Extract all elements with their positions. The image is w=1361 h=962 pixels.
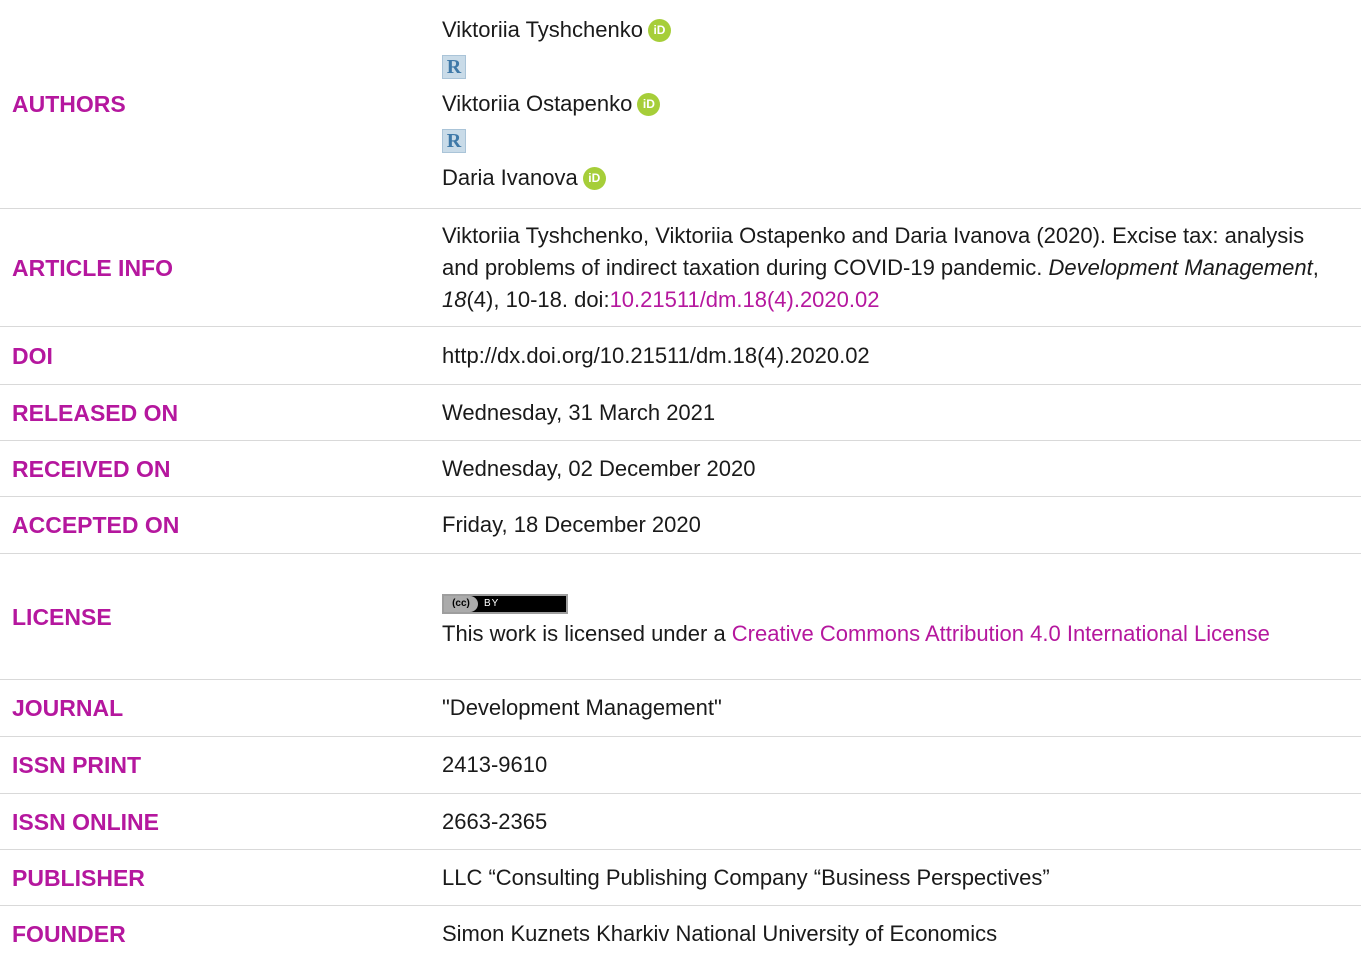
researchgate-item: R <box>442 123 1341 160</box>
label-released-on: RELEASED ON <box>12 399 179 426</box>
label-issn-online: ISSN ONLINE <box>12 808 159 835</box>
author-name[interactable]: Daria Ivanova <box>442 162 578 194</box>
researchgate-icon[interactable]: R <box>442 55 466 79</box>
license-prefix: This work is licensed under a <box>442 621 732 646</box>
article-citation: Viktoriia Tyshchenko, Viktoriia Ostapenk… <box>442 220 1361 316</box>
label-article-info: ARTICLE INFO <box>12 254 173 281</box>
row-released-on: RELEASED ON Wednesday, 31 March 2021 <box>0 385 1361 441</box>
row-article-info: ARTICLE INFO Viktoriia Tyshchenko, Vikto… <box>0 209 1361 327</box>
orcid-icon[interactable]: iD <box>647 18 671 42</box>
founder-value: Simon Kuznets Kharkiv National Universit… <box>442 921 998 946</box>
label-publisher: PUBLISHER <box>12 864 145 891</box>
author-item: Viktoriia Tyshchenko iD <box>442 12 1341 49</box>
citation-journal: Development Management <box>1048 254 1313 280</box>
authors-list: Viktoriia Tyshchenko iD R Viktoriia Osta… <box>442 12 1361 197</box>
label-founder: FOUNDER <box>12 921 126 947</box>
orcid-icon[interactable]: iD <box>582 166 606 190</box>
released-on-value: Wednesday, 31 March 2021 <box>442 399 716 425</box>
orcid-icon[interactable]: iD <box>637 92 661 116</box>
article-metadata-table: AUTHORS Viktoriia Tyshchenko iD R Viktor… <box>0 0 1361 962</box>
row-doi: DOI http://dx.doi.org/10.21511/dm.18(4).… <box>0 327 1361 385</box>
issn-print-value: 2413-9610 <box>442 752 548 777</box>
cc-icon: (cc) <box>444 596 478 612</box>
doi-value: http://dx.doi.org/10.21511/dm.18(4).2020… <box>442 342 870 368</box>
row-license: LICENSE (cc) BY This work is licensed un… <box>0 554 1361 680</box>
citation-sep: , <box>1312 254 1319 280</box>
received-on-value: Wednesday, 02 December 2020 <box>442 455 756 481</box>
author-item: Daria Ivanova iD <box>442 160 1341 197</box>
issn-online-value: 2663-2365 <box>442 808 548 834</box>
label-received-on: RECEIVED ON <box>12 455 171 482</box>
label-accepted-on: ACCEPTED ON <box>12 512 180 538</box>
researchgate-icon[interactable]: R <box>442 129 466 153</box>
row-publisher: PUBLISHER LLC “Consulting Publishing Com… <box>0 850 1361 906</box>
citation-volume: 18 <box>442 286 467 312</box>
license-text: This work is licensed under a Creative C… <box>442 618 1341 650</box>
row-issn-online: ISSN ONLINE 2663-2365 <box>0 794 1361 850</box>
author-item: Viktoriia Ostapenko iD <box>442 86 1341 123</box>
label-journal: JOURNAL <box>12 695 124 721</box>
researchgate-item: R <box>442 49 1341 86</box>
cc-by-label: BY <box>484 598 500 609</box>
cc-by-badge[interactable]: (cc) BY <box>442 594 568 614</box>
journal-value: "Development Management" <box>442 695 722 720</box>
row-issn-print: ISSN PRINT 2413-9610 <box>0 737 1361 794</box>
row-accepted-on: ACCEPTED ON Friday, 18 December 2020 <box>0 497 1361 554</box>
label-authors: AUTHORS <box>12 91 126 117</box>
label-doi: DOI <box>12 342 53 369</box>
publisher-value: LLC “Consulting Publishing Company “Busi… <box>442 864 1050 890</box>
row-journal: JOURNAL "Development Management" <box>0 680 1361 737</box>
author-name[interactable]: Viktoriia Tyshchenko <box>442 14 643 46</box>
label-license: LICENSE <box>12 603 112 630</box>
license-link[interactable]: Creative Commons Attribution 4.0 Interna… <box>732 621 1270 646</box>
license-value: (cc) BY This work is licensed under a Cr… <box>442 583 1361 650</box>
label-issn-print: ISSN PRINT <box>12 752 142 778</box>
row-received-on: RECEIVED ON Wednesday, 02 December 2020 <box>0 441 1361 497</box>
accepted-on-value: Friday, 18 December 2020 <box>442 512 701 537</box>
citation-issue: (4), 10-18. doi: <box>466 286 610 312</box>
citation-doi-link[interactable]: 10.21511/dm.18(4).2020.02 <box>610 287 880 312</box>
row-authors: AUTHORS Viktoriia Tyshchenko iD R Viktor… <box>0 0 1361 209</box>
author-name[interactable]: Viktoriia Ostapenko <box>442 88 632 120</box>
